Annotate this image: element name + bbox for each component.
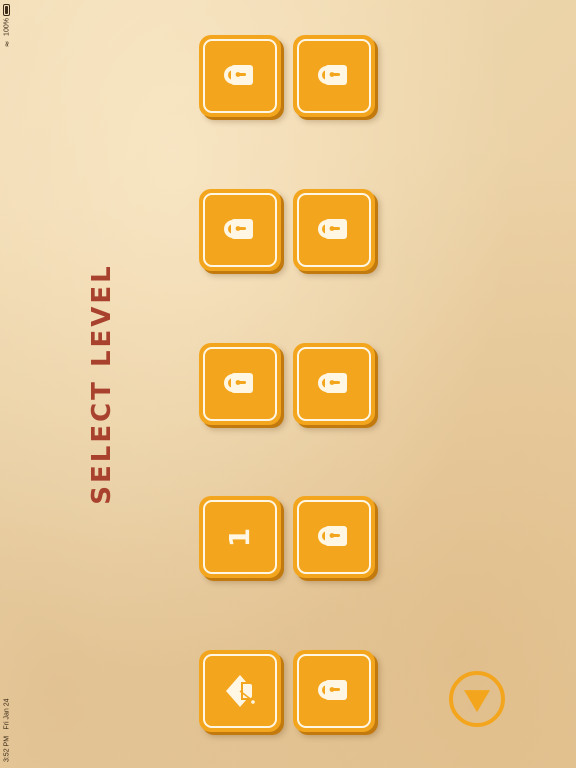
- graduation-cap-icon: [226, 675, 255, 707]
- level-tile-2-2[interactable]: [293, 189, 375, 271]
- lock-icon: [318, 526, 347, 546]
- next-page-button[interactable]: [449, 671, 505, 727]
- lock-icon: [318, 680, 347, 700]
- level-tile-content: 1: [199, 496, 281, 578]
- lock-icon: [224, 65, 253, 85]
- level-tile-4-2[interactable]: [293, 496, 375, 578]
- level-tile-content: [199, 189, 281, 271]
- level-tile-content: [199, 343, 281, 425]
- battery-percent: 100%: [3, 18, 11, 36]
- level-tile-content: [199, 35, 281, 117]
- page-title: SELECT LEVEL: [87, 263, 117, 505]
- lock-icon: [318, 373, 347, 393]
- triangle-down-icon: [464, 690, 490, 713]
- level-tile-5-1[interactable]: [199, 650, 281, 732]
- level-tile-content: [293, 35, 375, 117]
- level-tile-3-1[interactable]: [199, 343, 281, 425]
- status-date: Fri Jan 24: [3, 698, 11, 730]
- level-tile-2-1[interactable]: [199, 189, 281, 271]
- status-time: 3:52 PM: [3, 735, 11, 763]
- lock-icon: [318, 219, 347, 239]
- level-tile-content: [199, 650, 281, 732]
- level-tile-content: [293, 650, 375, 732]
- battery-icon: [3, 4, 10, 16]
- level-number: 1: [223, 527, 257, 547]
- level-tile-3-2[interactable]: [293, 343, 375, 425]
- level-tile-5-2[interactable]: [293, 650, 375, 732]
- status-bar: 100% ≈ Fri Jan 24 3:52 PM: [0, 0, 14, 768]
- wifi-icon: ≈: [2, 40, 12, 48]
- lock-icon: [318, 65, 347, 85]
- level-tile-1-2[interactable]: [293, 35, 375, 117]
- level-tile-content: [293, 343, 375, 425]
- lock-icon: [224, 373, 253, 393]
- level-tile-4-1[interactable]: 1: [199, 496, 281, 578]
- level-tile-1-1[interactable]: [199, 35, 281, 117]
- lock-icon: [224, 219, 253, 239]
- level-tile-content: [293, 189, 375, 271]
- level-tile-content: [293, 496, 375, 578]
